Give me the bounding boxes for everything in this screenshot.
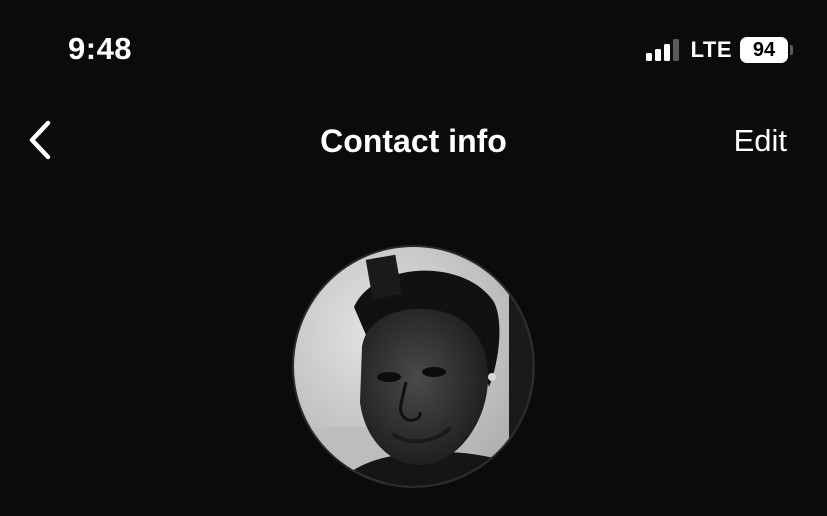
status-indicators: LTE 94 bbox=[645, 36, 793, 64]
signal-bar-3 bbox=[663, 44, 670, 61]
battery-level: 94 bbox=[740, 37, 788, 63]
avatar[interactable] bbox=[294, 247, 533, 486]
signal-icon bbox=[645, 39, 679, 61]
signal-bar-1 bbox=[645, 53, 652, 61]
signal-bar-2 bbox=[654, 49, 661, 61]
battery-tip bbox=[790, 45, 793, 55]
page-title: Contact info bbox=[320, 123, 507, 159]
navigation-bar: Contact info Edit bbox=[0, 110, 827, 170]
status-bar: 9:48 LTE 94 bbox=[0, 0, 827, 100]
signal-bar-4 bbox=[672, 39, 679, 61]
profile-photo bbox=[294, 247, 533, 486]
network-type: LTE bbox=[690, 37, 732, 62]
battery-icon: 94 bbox=[740, 37, 793, 63]
status-time: 9:48 bbox=[68, 31, 133, 66]
edit-button[interactable]: Edit bbox=[734, 122, 787, 160]
